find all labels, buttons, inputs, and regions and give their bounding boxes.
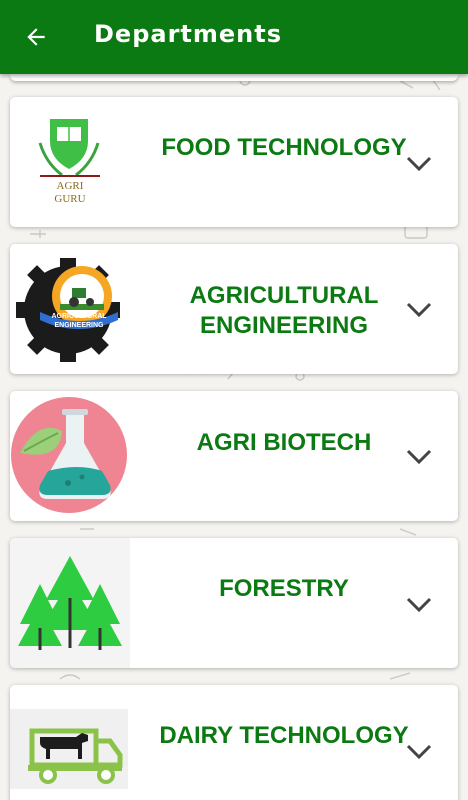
flask-leaf-icon xyxy=(10,391,130,521)
department-card-agri-biotech[interactable]: AGRI BIOTECH xyxy=(10,391,458,521)
pine-trees-icon xyxy=(10,538,130,668)
arrow-left-icon xyxy=(27,28,45,46)
logo-text-engineering: ENGINEERING xyxy=(54,322,104,329)
department-title: FOOD TECHNOLOGY xyxy=(161,134,407,161)
logo-text-agricultural: AGRICULTURAL xyxy=(51,313,107,320)
expand-button[interactable] xyxy=(404,295,434,325)
chevron-down-icon xyxy=(406,449,432,465)
chevron-down-icon xyxy=(406,744,432,760)
department-card-dairy-technology[interactable]: DAIRY TECHNOLOGY xyxy=(10,685,458,800)
department-card-agricultural-engineering[interactable]: AGRICULTURAL ENGINEERING AGRICULTURAL EN… xyxy=(10,244,458,374)
app-bar: Departments xyxy=(0,0,468,74)
agri-guru-shield-book-icon: AGRI GURU xyxy=(10,97,130,227)
expand-button[interactable] xyxy=(404,590,434,620)
gear-tractor-sun-icon: AGRICULTURAL ENGINEERING xyxy=(10,244,130,374)
back-button[interactable] xyxy=(18,19,54,55)
page-title: Departments xyxy=(94,20,283,48)
cow-truck-icon xyxy=(10,685,130,800)
chevron-down-icon xyxy=(406,597,432,613)
department-card-forestry[interactable]: FORESTRY xyxy=(10,538,458,668)
expand-button[interactable] xyxy=(404,442,434,472)
expand-button[interactable] xyxy=(404,149,434,179)
previous-card-edge xyxy=(10,74,458,81)
department-title: DAIRY TECHNOLOGY xyxy=(159,722,409,749)
expand-button[interactable] xyxy=(404,737,434,767)
logo-text-agri: AGRI xyxy=(57,180,84,192)
department-title: AGRICULTURAL ENGINEERING xyxy=(189,282,379,339)
chevron-down-icon xyxy=(406,156,432,172)
logo-text-guru: GURU xyxy=(54,193,85,205)
chevron-down-icon xyxy=(406,302,432,318)
department-card-food-technology[interactable]: AGRI GURU FOOD TECHNOLOGY xyxy=(10,97,458,227)
department-title: AGRI BIOTECH xyxy=(196,429,372,456)
department-title: FORESTRY xyxy=(219,575,349,602)
